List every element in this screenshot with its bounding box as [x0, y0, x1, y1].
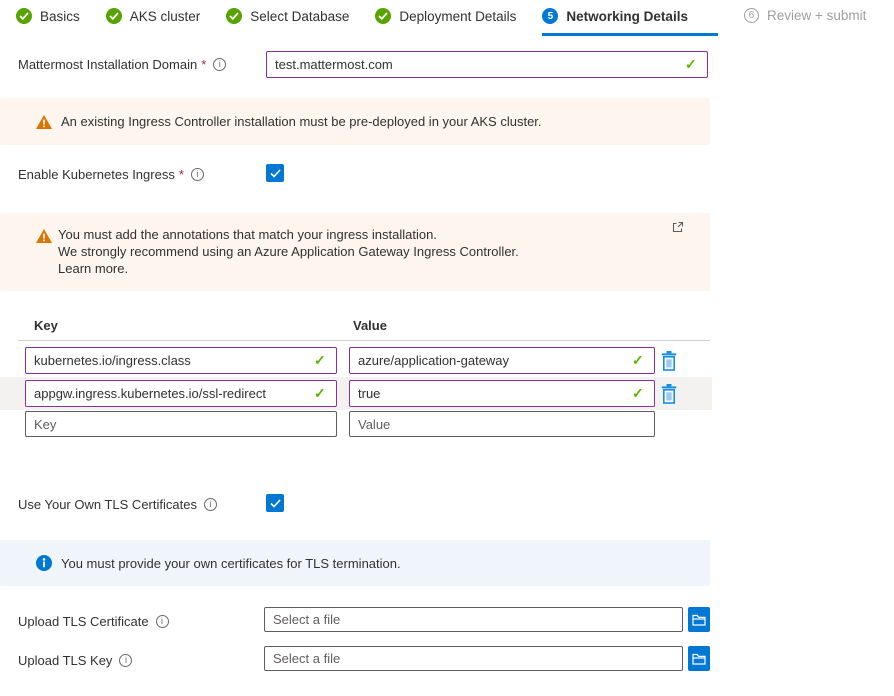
browse-folder-icon[interactable] — [688, 607, 710, 632]
open-in-new-window-icon[interactable] — [672, 221, 684, 233]
upload-cert-label: Upload TLS Certificate i — [18, 613, 169, 629]
warning-icon — [36, 229, 52, 246]
annotation-key-input[interactable] — [25, 347, 337, 374]
tab-label: Basics — [40, 9, 80, 24]
use-own-tls-checkbox[interactable] — [266, 494, 284, 512]
warning-banner-ingress-controller: An existing Ingress Controller installat… — [0, 98, 710, 145]
warning-icon — [36, 115, 52, 129]
annotation-value-input-empty[interactable] — [349, 411, 655, 437]
step-complete-icon — [106, 8, 122, 24]
info-banner-tls: You must provide your own certificates f… — [0, 540, 710, 586]
step-number-icon: 5 — [542, 8, 558, 24]
warning-text: An existing Ingress Controller installat… — [61, 114, 542, 129]
networking-details-page: Basics AKS cluster Select Database Deplo… — [0, 0, 894, 696]
info-text: You must provide your own certificates f… — [61, 556, 401, 571]
tab-label: Networking Details — [566, 9, 688, 24]
tab-aks-cluster[interactable]: AKS cluster — [106, 8, 201, 33]
upload-cert-file-input[interactable] — [264, 607, 683, 632]
tab-select-database[interactable]: Select Database — [226, 8, 349, 33]
tab-label: Deployment Details — [399, 9, 516, 24]
info-filled-icon — [36, 555, 52, 571]
delete-row-button[interactable] — [659, 349, 679, 373]
annotation-key-input-empty[interactable] — [25, 411, 337, 437]
annotation-value-input[interactable] — [349, 347, 655, 374]
tab-basics[interactable]: Basics — [16, 8, 80, 33]
upload-key-file-input[interactable] — [264, 646, 683, 671]
upload-key-label: Upload TLS Key i — [18, 652, 132, 668]
annotation-key-input[interactable] — [25, 380, 337, 407]
tab-label: Select Database — [250, 9, 349, 24]
delete-row-button[interactable] — [659, 382, 679, 406]
column-header-value: Value — [353, 318, 387, 333]
warning-line-1: You must add the annotations that match … — [58, 226, 519, 243]
warning-line-2: We strongly recommend using an Azure App… — [58, 243, 519, 260]
info-icon[interactable]: i — [156, 615, 169, 628]
info-icon[interactable]: i — [204, 498, 217, 511]
step-number-icon: 6 — [744, 8, 759, 23]
enable-ingress-checkbox[interactable] — [266, 164, 284, 182]
table-header-divider — [18, 340, 710, 341]
learn-more-link[interactable]: Learn more. — [58, 260, 519, 277]
step-complete-icon — [16, 8, 32, 24]
tab-deployment-details[interactable]: Deployment Details — [375, 8, 516, 33]
tab-networking-details[interactable]: 5 Networking Details — [542, 8, 718, 36]
column-header-key: Key — [34, 318, 58, 333]
browse-folder-icon[interactable] — [688, 646, 710, 671]
required-asterisk: * — [179, 167, 184, 182]
warning-text-block: You must add the annotations that match … — [58, 226, 519, 277]
annotation-value-input[interactable] — [349, 380, 655, 407]
enable-ingress-label: Enable Kubernetes Ingress * i — [18, 166, 204, 182]
domain-input[interactable] — [266, 51, 708, 78]
info-icon[interactable]: i — [213, 58, 226, 71]
required-asterisk: * — [201, 57, 206, 72]
warning-banner-annotations: You must add the annotations that match … — [0, 213, 710, 291]
info-icon[interactable]: i — [191, 168, 204, 181]
wizard-step-tabs: Basics AKS cluster Select Database Deplo… — [16, 8, 866, 36]
step-complete-icon — [226, 8, 242, 24]
step-complete-icon — [375, 8, 391, 24]
tab-label: AKS cluster — [130, 9, 201, 24]
use-own-tls-label: Use Your Own TLS Certificates i — [18, 496, 217, 512]
tab-label: Review + submit — [767, 8, 866, 23]
tab-review-submit[interactable]: 6 Review + submit — [744, 8, 866, 32]
info-icon[interactable]: i — [119, 654, 132, 667]
domain-field-label: Mattermost Installation Domain * i — [18, 56, 226, 72]
